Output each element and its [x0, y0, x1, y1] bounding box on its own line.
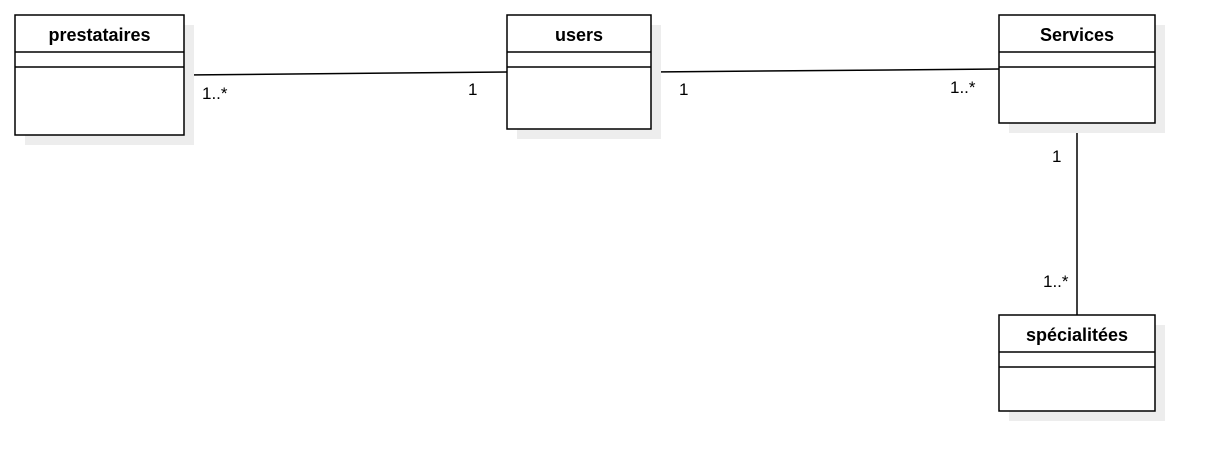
class-name-specialites: spécialitées [1026, 325, 1128, 345]
class-name-prestataires: prestataires [48, 25, 150, 45]
multiplicity-users-end-left: 1 [468, 80, 477, 99]
class-name-users: users [555, 25, 603, 45]
association-line-prestataires-users[interactable] [183, 71, 508, 76]
multiplicity-services-end-left: 1..* [950, 78, 976, 97]
class-box-services[interactable]: Services [998, 14, 1165, 133]
multiplicity-specialites-end: 1..* [1043, 272, 1069, 291]
association-line-users-services[interactable] [650, 68, 1000, 73]
multiplicity-users-end-right: 1 [679, 80, 688, 99]
class-box-users[interactable]: users [506, 14, 661, 139]
multiplicity-services-end-bottom: 1 [1052, 147, 1061, 166]
class-name-services: Services [1040, 25, 1114, 45]
class-box-prestataires[interactable]: prestataires [14, 14, 194, 145]
multiplicity-prestataires-end: 1..* [202, 84, 228, 103]
uml-class-diagram: prestataires users Services spécialitées… [14, 14, 1165, 421]
class-box-specialites[interactable]: spécialitées [998, 314, 1165, 421]
